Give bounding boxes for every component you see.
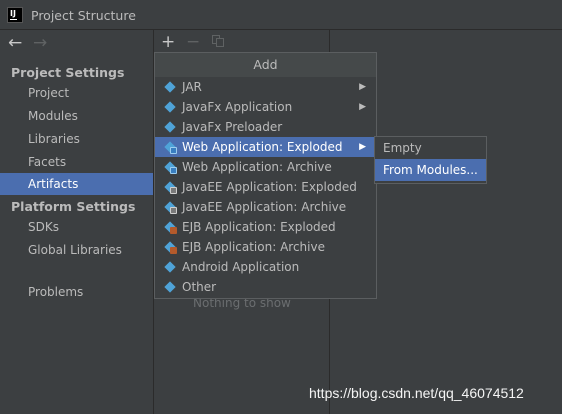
menu-item-javaee-application-archive[interactable]: JavaEE Application: Archive [155,197,376,217]
menu-item-label: JAR [182,80,202,94]
web-exploded-submenu: Empty From Modules... [374,136,487,184]
ejb-exploded-icon [164,221,177,234]
jar-icon [164,81,177,94]
section-project-settings: Project Settings [11,65,125,80]
javafx-icon [164,101,177,114]
menu-item-label: Other [182,280,217,294]
menu-item-javafx-application[interactable]: JavaFx Application ▶ [155,97,376,117]
sidebar-item-global-libraries[interactable]: Global Libraries [0,239,153,261]
section-platform-settings: Platform Settings [11,199,136,214]
popup-header: Add [155,53,376,77]
menu-item-label: EJB Application: Exploded [182,220,336,234]
back-arrow-icon[interactable]: ← [8,33,22,53]
menu-item-label: JavaFx Application [182,100,293,114]
menu-item-web-application-exploded[interactable]: Web Application: Exploded ▶ [155,137,376,157]
menu-item-label: Web Application: Exploded [182,140,343,154]
menu-item-label: Android Application [182,260,300,274]
javaee-exploded-icon [164,181,177,194]
sidebar-item-facets[interactable]: Facets [0,151,153,173]
copy-icon[interactable] [212,35,225,48]
window-title: Project Structure [31,8,136,23]
menu-item-label: JavaEE Application: Exploded [182,180,357,194]
sidebar-item-sdks[interactable]: SDKs [0,216,153,238]
javafx-icon [164,121,177,134]
menu-item-javaee-application-exploded[interactable]: JavaEE Application: Exploded [155,177,376,197]
menu-item-ejb-application-archive[interactable]: EJB Application: Archive [155,237,376,257]
menu-item-label: JavaFx Preloader [182,120,283,134]
sidebar: ← → Project Settings Project Modules Lib… [0,30,154,414]
submenu-item-empty[interactable]: Empty [375,137,486,159]
sidebar-item-project[interactable]: Project [0,82,153,104]
forward-arrow-icon[interactable]: → [33,33,47,53]
javaee-archive-icon [164,201,177,214]
web-exploded-icon [164,141,177,154]
menu-item-ejb-application-exploded[interactable]: EJB Application: Exploded [155,217,376,237]
android-icon [164,261,177,274]
sidebar-item-artifacts[interactable]: Artifacts [0,173,153,195]
remove-button[interactable]: − [186,31,200,53]
intellij-icon: IJ [7,7,23,23]
menu-item-jar[interactable]: JAR ▶ [155,77,376,97]
submenu-arrow-icon: ▶ [359,82,366,92]
submenu-arrow-icon: ▶ [359,102,366,112]
add-button[interactable]: + [161,31,175,53]
add-popup-menu: Add JAR ▶ JavaFx Application ▶ JavaFx Pr… [154,52,377,299]
submenu-arrow-icon: ▶ [359,142,366,152]
watermark-text: https://blog.csdn.net/qq_46074512 [309,385,524,401]
ejb-archive-icon [164,241,177,254]
submenu-item-from-modules[interactable]: From Modules... [375,159,486,181]
menu-item-web-application-archive[interactable]: Web Application: Archive [155,157,376,177]
menu-item-other[interactable]: Other [155,277,376,297]
menu-item-label: JavaEE Application: Archive [182,200,347,214]
other-icon [164,281,177,294]
sidebar-item-libraries[interactable]: Libraries [0,128,153,150]
title-bar: IJ Project Structure [0,0,562,30]
menu-item-label: EJB Application: Archive [182,240,325,254]
web-archive-icon [164,161,177,174]
sidebar-item-problems[interactable]: Problems [0,281,153,303]
menu-item-android-application[interactable]: Android Application [155,257,376,277]
menu-item-javafx-preloader[interactable]: JavaFx Preloader [155,117,376,137]
menu-item-label: Web Application: Archive [182,160,332,174]
sidebar-item-modules[interactable]: Modules [0,105,153,127]
